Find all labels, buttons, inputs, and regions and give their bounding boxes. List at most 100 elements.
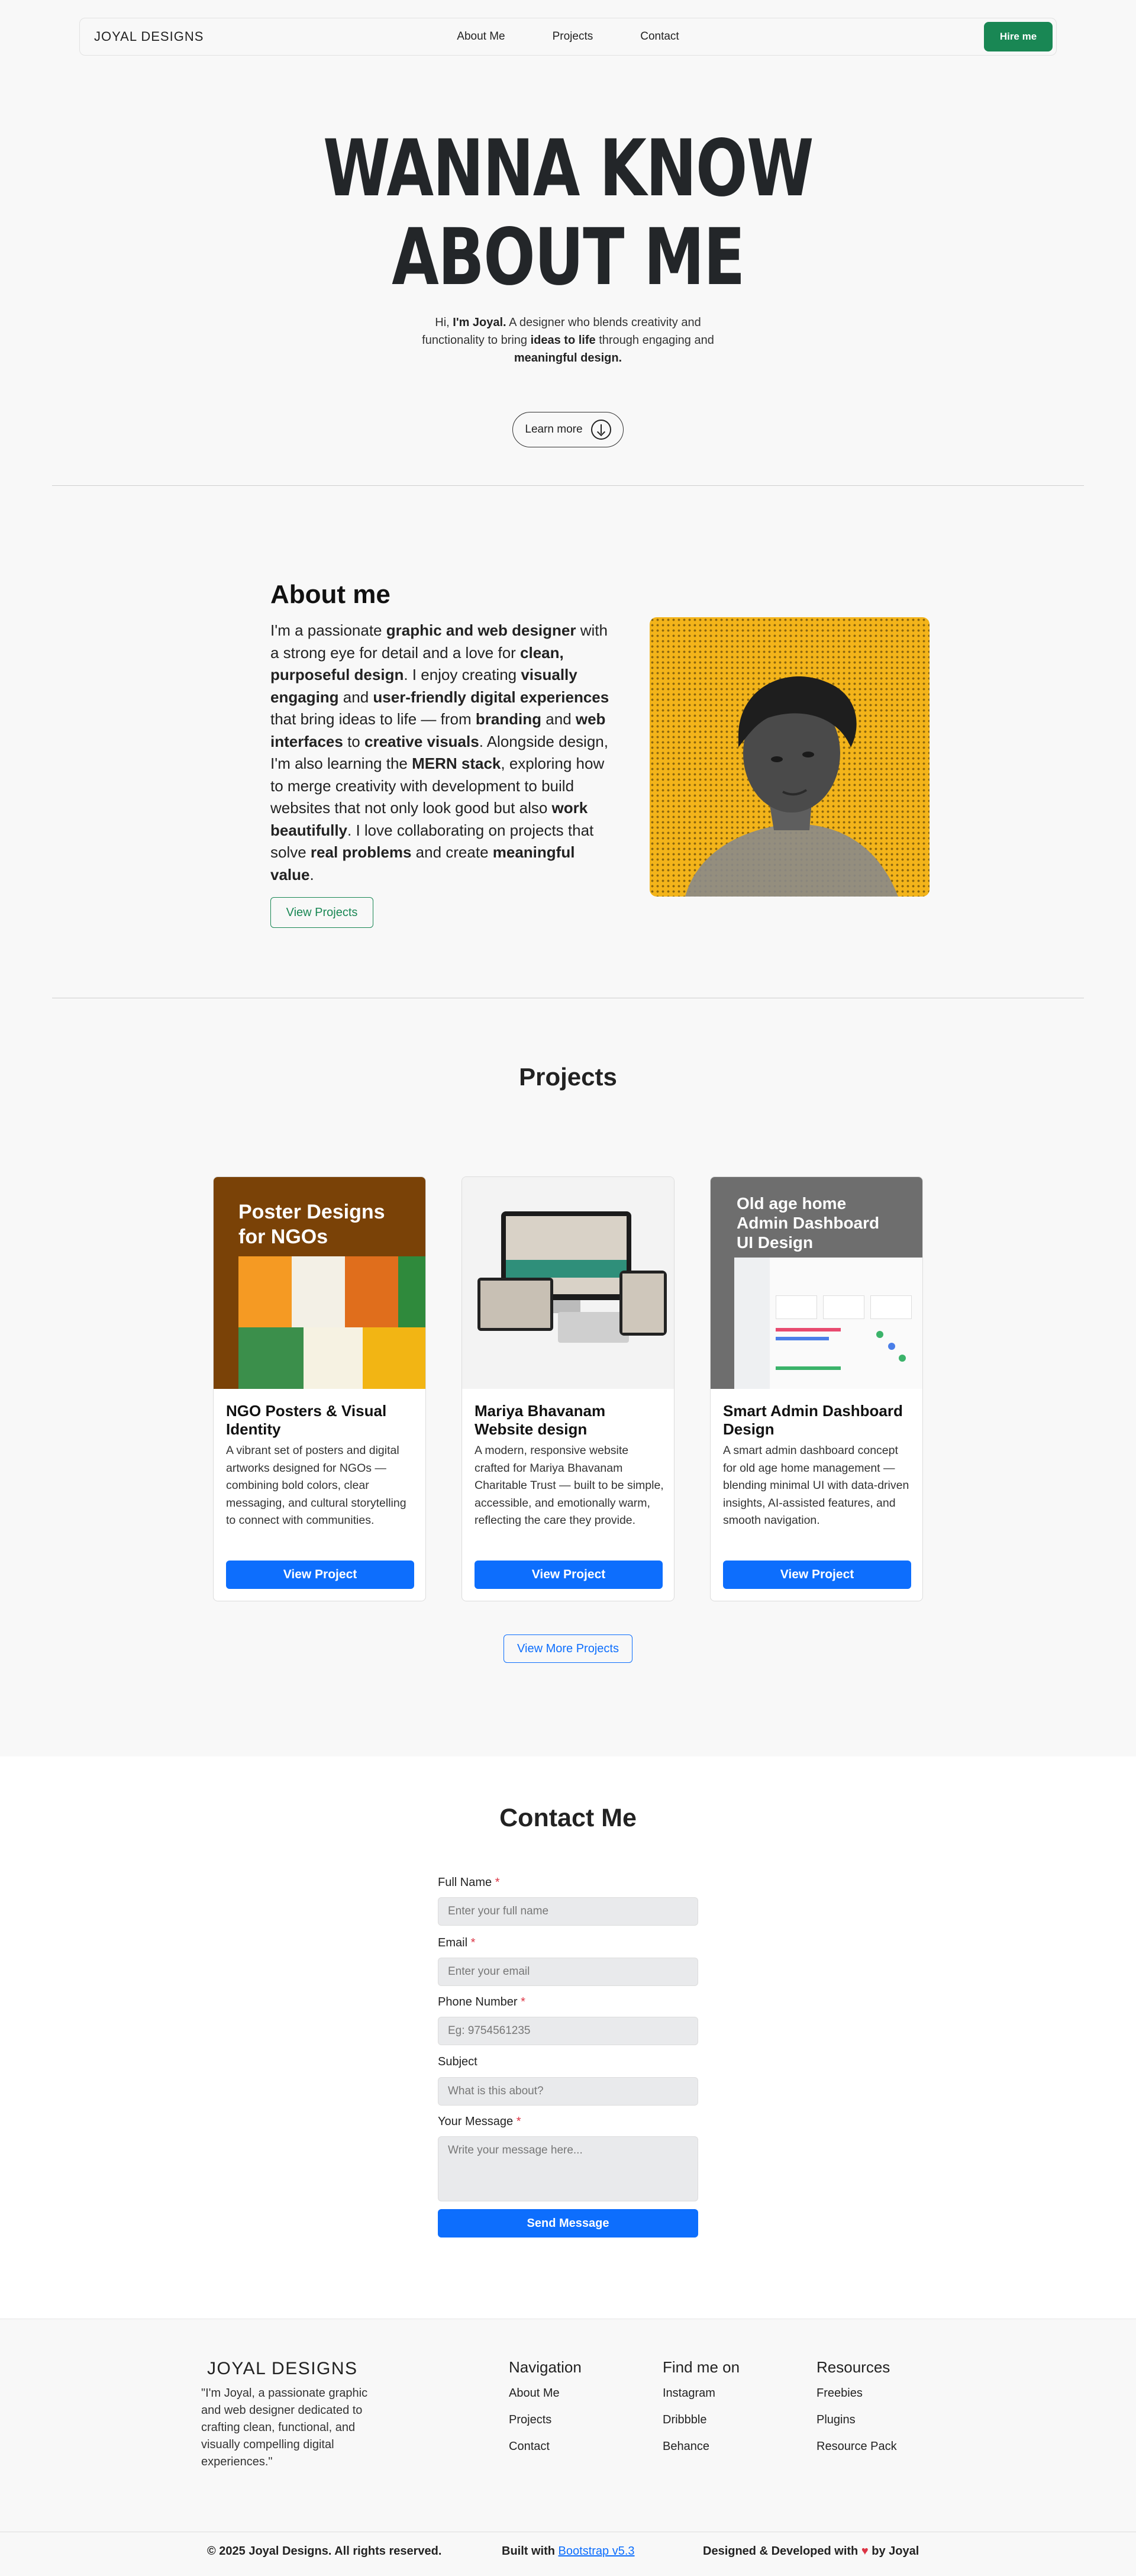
hero-title-line-1: WANNA KNOW — [323, 123, 814, 214]
copyright: © 2025 Joyal Designs. All rights reserve… — [207, 2545, 442, 2558]
footer-link[interactable]: Instagram — [663, 2387, 715, 2400]
subject-input[interactable]: What is this about? — [438, 2077, 698, 2106]
thumbnail-title: Old age home Admin Dashboard UI Design — [737, 1194, 880, 1252]
hero-sub-text: through engaging and — [595, 334, 714, 347]
about-text: . I enjoy creating — [404, 666, 521, 684]
about-bold: graphic and web designer — [386, 621, 576, 639]
field-label-text: Email — [438, 1936, 468, 1949]
view-more-projects-button[interactable]: View More Projects — [504, 1634, 632, 1663]
about-bold: creative visuals — [364, 732, 479, 750]
footer — [0, 2319, 1136, 2576]
hero-sub-name: I'm Joyal. — [453, 316, 506, 329]
subject-label: Subject — [438, 2055, 477, 2069]
required-asterisk: * — [470, 1936, 476, 1949]
view-projects-button[interactable]: View Projects — [270, 897, 373, 928]
hero-sub-bold: ideas to life — [530, 334, 596, 347]
designed-by: Designed & Developed with ♥ by Joyal — [703, 2545, 919, 2558]
footer-link[interactable]: Projects — [509, 2413, 551, 2427]
about-text: that bring ideas to life — from — [270, 710, 476, 728]
footer-link[interactable]: Contact — [509, 2440, 550, 2454]
project-card: Mariya Bhavanam Website design A modern,… — [462, 1176, 674, 1601]
email-label: Email * — [438, 1936, 475, 1950]
designed-by-text: by Joyal — [868, 2545, 919, 2558]
message-label: Your Message * — [438, 2115, 521, 2129]
about-text: and — [338, 688, 373, 706]
project-description: A smart admin dashboard concept for old … — [723, 1444, 909, 1527]
projects-heading: Projects — [519, 1063, 617, 1091]
footer-heading-social: Find me on — [663, 2358, 740, 2376]
section-divider — [52, 485, 1084, 486]
field-label-text: Phone Number — [438, 1995, 518, 2008]
about-bold: user-friendly digital experiences — [373, 688, 609, 706]
project-thumbnail: Old age home Admin Dashboard UI Design — [711, 1177, 922, 1389]
profile-photo — [650, 617, 930, 897]
about-paragraph: I'm a passionate graphic and web designe… — [270, 620, 614, 886]
about-text: . — [309, 865, 314, 884]
nav-link-projects[interactable]: Projects — [553, 30, 593, 43]
nav-links: About Me Projects Contact — [80, 18, 1056, 55]
footer-quote: "I'm Joyal, a passionate graphic and web… — [201, 2387, 368, 2468]
footer-link[interactable]: Dribbble — [663, 2413, 706, 2427]
full-name-label: Full Name * — [438, 1876, 500, 1890]
project-thumbnail: Poster Designs for NGOs — [214, 1177, 425, 1389]
nav-link-contact[interactable]: Contact — [640, 30, 679, 43]
project-title: Mariya Bhavanam Website design — [475, 1402, 606, 1438]
learn-more-button[interactable]: Learn more — [512, 412, 624, 447]
phone-label: Phone Number * — [438, 1995, 525, 2009]
phone-input[interactable]: Eg: 9754561235 — [438, 2017, 698, 2045]
view-project-button[interactable]: View Project — [226, 1561, 414, 1589]
brand-logo[interactable]: JOYAL DESIGNS — [94, 29, 204, 44]
project-thumbnail — [462, 1177, 674, 1389]
view-project-button[interactable]: View Project — [723, 1561, 911, 1589]
about-text: and — [541, 710, 576, 728]
hero-title: WANNA KNOW ABOUT ME — [125, 124, 1011, 302]
navbar: JOYAL DESIGNS About Me Projects Contact … — [79, 18, 1057, 56]
contact-heading: Contact Me — [499, 1804, 637, 1832]
field-label-text: Full Name — [438, 1876, 492, 1889]
project-title: Smart Admin Dashboard Design — [723, 1402, 903, 1438]
message-textarea[interactable]: Write your message here... — [438, 2136, 698, 2201]
built-with-text: Built with — [502, 2545, 559, 2558]
footer-link[interactable]: Behance — [663, 2440, 709, 2454]
project-card: Poster Designs for NGOs NGO Posters & Vi… — [213, 1176, 426, 1601]
project-description: A vibrant set of posters and digital art… — [226, 1444, 406, 1527]
footer-brand: JOYAL DESIGNS — [207, 2359, 358, 2378]
footer-link[interactable]: Freebies — [816, 2387, 863, 2400]
field-label-text: Subject — [438, 2055, 477, 2068]
hero-sub-text: Hi, — [435, 316, 453, 329]
field-label-text: Your Message — [438, 2115, 514, 2128]
project-description: A modern, responsive website crafted for… — [475, 1444, 664, 1527]
designed-by-text: Designed & Developed with — [703, 2545, 861, 2558]
project-card: Old age home Admin Dashboard UI Design S… — [710, 1176, 923, 1601]
email-input[interactable]: Enter your email — [438, 1958, 698, 1986]
hero-title-line-2: ABOUT ME — [392, 212, 745, 303]
about-heading: About me — [270, 580, 390, 609]
footer-link[interactable]: About Me — [509, 2387, 560, 2400]
project-title: NGO Posters & Visual Identity — [226, 1402, 387, 1438]
footer-heading-navigation: Navigation — [509, 2358, 582, 2376]
hire-me-button[interactable]: Hire me — [984, 22, 1053, 51]
footer-link[interactable]: Resource Pack — [816, 2440, 897, 2454]
view-project-button[interactable]: View Project — [475, 1561, 663, 1589]
required-asterisk: * — [521, 1995, 525, 2008]
bootstrap-link[interactable]: Bootstrap v5.3 — [559, 2545, 635, 2558]
about-bold: real problems — [310, 843, 412, 861]
about-text: to — [343, 732, 364, 750]
about-text: and create — [411, 843, 493, 861]
about-bold: MERN stack — [412, 755, 501, 772]
full-name-input[interactable]: Enter your full name — [438, 1897, 698, 1926]
about-bold: branding — [475, 710, 542, 728]
hero-sub-bold: meaningful design. — [514, 352, 622, 365]
learn-more-label: Learn more — [525, 423, 583, 436]
footer-heading-resources: Resources — [816, 2358, 890, 2376]
hero-subtitle: Hi, I'm Joyal. A designer who blends cre… — [408, 314, 728, 367]
required-asterisk: * — [516, 2115, 521, 2128]
thumbnail-title: Poster Designs for NGOs — [238, 1201, 385, 1248]
built-with: Built with Bootstrap v5.3 — [502, 2545, 635, 2558]
send-message-button[interactable]: Send Message — [438, 2209, 698, 2238]
required-asterisk: * — [495, 1876, 500, 1889]
about-text: I'm a passionate — [270, 621, 386, 639]
footer-link[interactable]: Plugins — [816, 2413, 856, 2427]
nav-link-about[interactable]: About Me — [457, 30, 505, 43]
arrow-down-circle-icon — [590, 420, 611, 440]
